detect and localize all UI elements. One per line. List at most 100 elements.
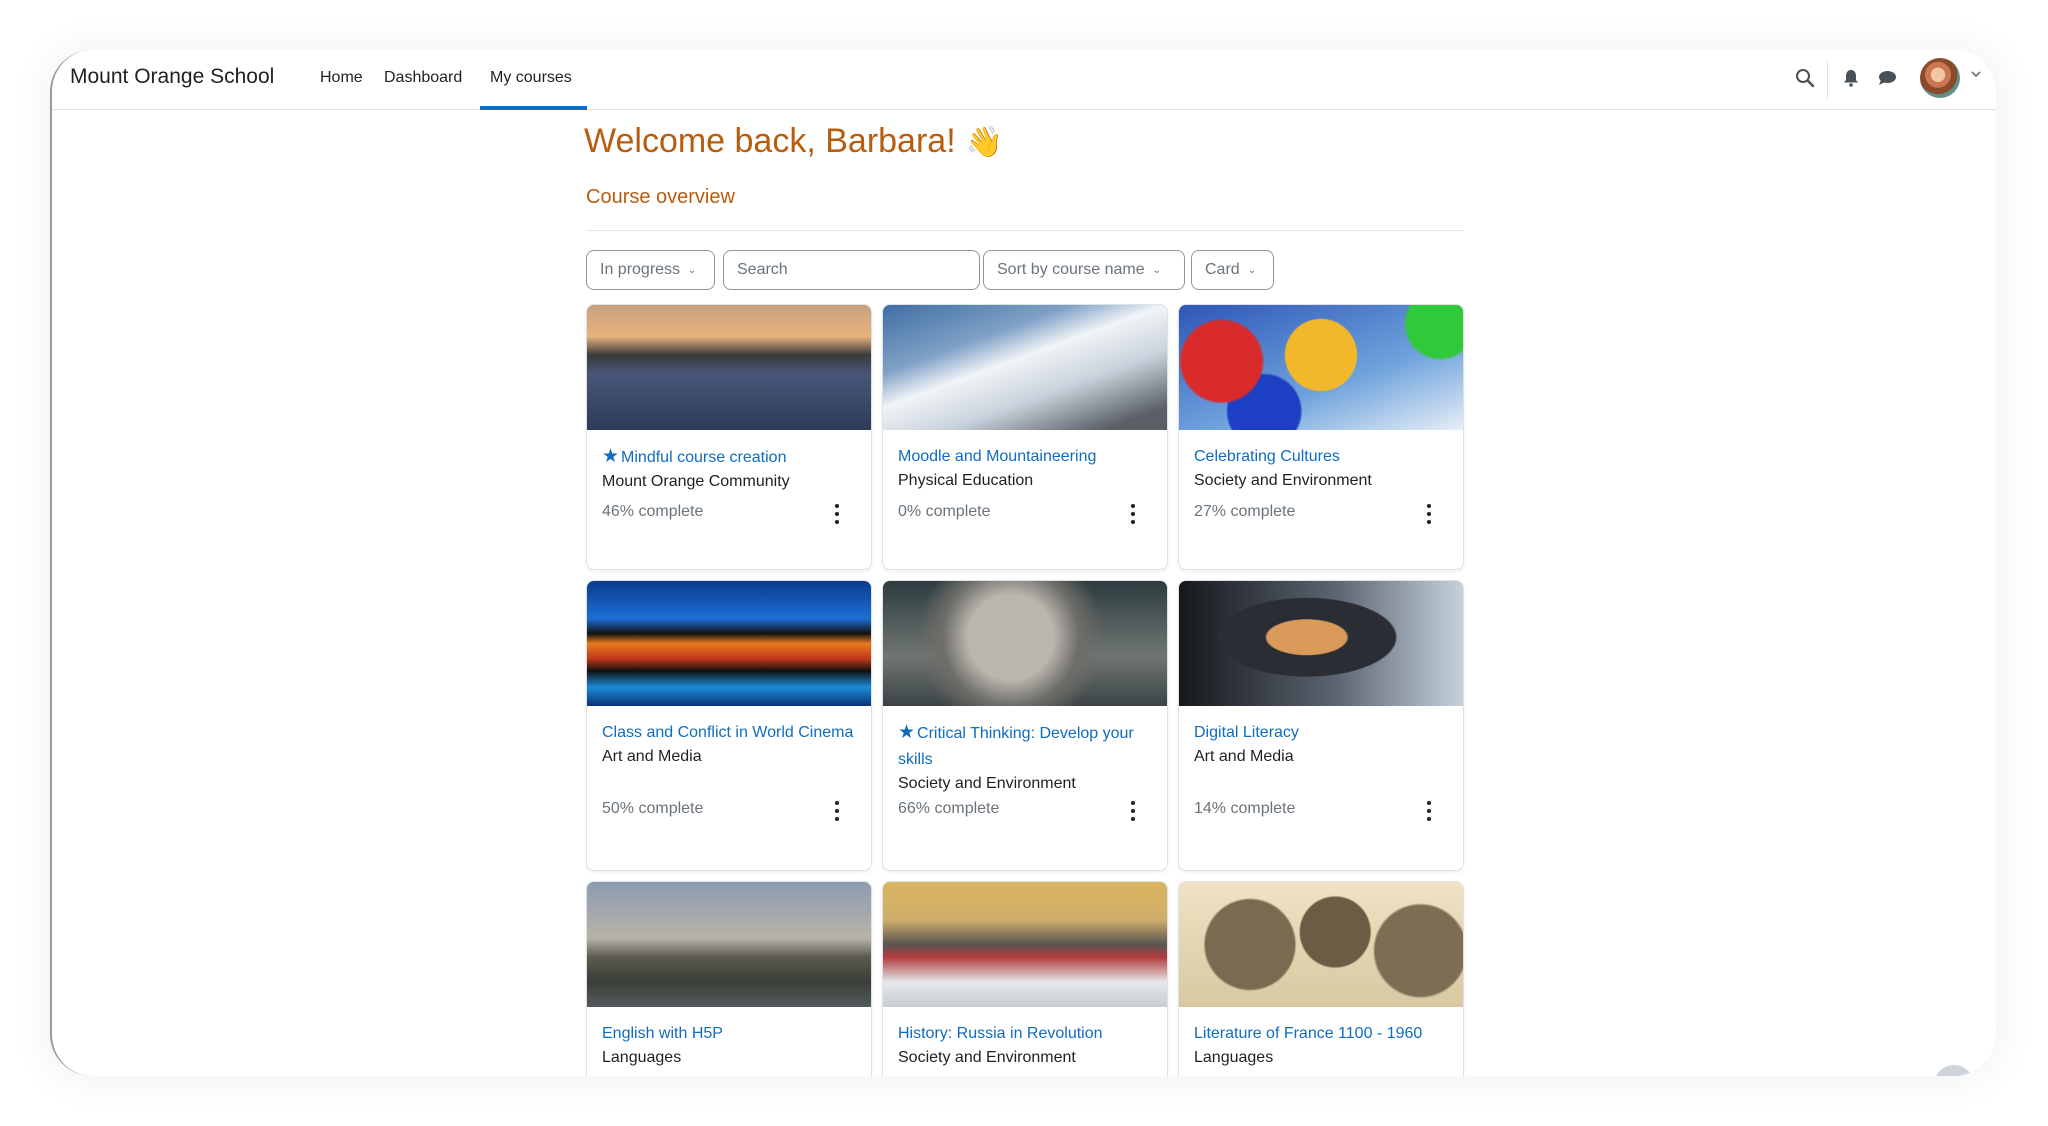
bell-icon[interactable]: [1836, 63, 1866, 93]
nav-dashboard[interactable]: Dashboard: [384, 69, 462, 87]
nav-my-courses[interactable]: My courses: [490, 69, 572, 87]
welcome-heading: Welcome back, Barbara! 👋: [584, 122, 1003, 161]
section-divider: [586, 230, 1464, 231]
course-title-link[interactable]: Celebrating Cultures: [1194, 444, 1448, 470]
course-image-laptop-bookshelf[interactable]: [1179, 581, 1463, 706]
course-card[interactable]: Celebrating Cultures Society and Environm…: [1178, 304, 1464, 570]
course-category: Physical Education: [898, 472, 1034, 489]
view-dropdown[interactable]: Card ⌄: [1191, 250, 1274, 290]
course-image-lake-swans-sunset[interactable]: [587, 305, 871, 430]
kebab-dot: [835, 809, 839, 813]
course-progress: 50% complete: [602, 800, 704, 817]
course-title-link[interactable]: Class and Conflict in World Cinema: [602, 720, 856, 746]
course-image-colorful-umbrellas[interactable]: [1179, 305, 1463, 430]
star-icon: ★: [602, 446, 620, 467]
course-title-text: Critical Thinking: Develop your skills: [898, 725, 1134, 768]
kebab-dot: [1131, 817, 1135, 821]
course-title-link[interactable]: Digital Literacy: [1194, 720, 1448, 746]
more-options-icon[interactable]: [833, 504, 841, 524]
course-card-body: Moodle and Mountaineering Physical Educat…: [883, 430, 1167, 569]
course-image-london-westminster[interactable]: [587, 882, 871, 1007]
more-options-icon[interactable]: [1129, 801, 1137, 821]
course-card[interactable]: English with H5P Languages: [586, 881, 872, 1076]
course-title-link[interactable]: ★ Mindful course creation: [602, 444, 856, 471]
course-title-text: Mindful course creation: [621, 449, 787, 466]
course-category: Mount Orange Community: [602, 473, 790, 490]
nav-active-indicator: [480, 106, 587, 110]
course-title-text: English with H5P: [602, 1025, 723, 1042]
kebab-dot: [1427, 512, 1431, 516]
more-options-icon[interactable]: [1129, 504, 1137, 524]
user-avatar[interactable]: [1920, 58, 1960, 98]
search-box[interactable]: [723, 250, 980, 290]
more-options-icon[interactable]: [833, 801, 841, 821]
kebab-dot: [835, 520, 839, 524]
chevron-down-icon: ⌄: [688, 264, 697, 276]
course-card[interactable]: Digital Literacy Art and Media 14% complet…: [1178, 580, 1464, 871]
course-category: Languages: [602, 1049, 682, 1066]
course-image-film-strip[interactable]: [587, 581, 871, 706]
course-title-link[interactable]: ★ Critical Thinking: Develop your skills: [898, 720, 1152, 773]
search-input[interactable]: [737, 261, 966, 279]
course-title-text: Celebrating Cultures: [1194, 448, 1340, 465]
kebab-dot: [835, 504, 839, 508]
course-card[interactable]: Literature of France 1100 - 1960 Language…: [1178, 881, 1464, 1076]
course-image-engraved-portraits[interactable]: [1179, 882, 1463, 1007]
course-card[interactable]: Moodle and Mountaineering Physical Educat…: [882, 304, 1168, 570]
grouping-dropdown[interactable]: In progress ⌄: [586, 250, 715, 290]
nav-home[interactable]: Home: [320, 69, 363, 87]
course-image-thinker-statue[interactable]: [883, 581, 1167, 706]
kebab-dot: [1131, 520, 1135, 524]
course-card[interactable]: ★ Mindful course creation Mount Orange Com…: [586, 304, 872, 570]
course-card[interactable]: History: Russia in Revolution Society and…: [882, 881, 1168, 1076]
course-image-horse-carriage-snow[interactable]: [883, 882, 1167, 1007]
welcome-text: Welcome back, Barbara!: [584, 122, 956, 160]
course-category: Society and Environment: [1194, 472, 1372, 489]
kebab-dot: [835, 512, 839, 516]
browser-frame: Mount Orange School Home Dashboard My co…: [50, 50, 1996, 1076]
view-value: Card: [1205, 261, 1240, 278]
course-progress: 27% complete: [1194, 503, 1296, 520]
grouping-value: In progress: [600, 261, 681, 278]
course-progress: 66% complete: [898, 800, 1000, 817]
course-title-text: Moodle and Mountaineering: [898, 448, 1097, 465]
chat-icon[interactable]: [1872, 63, 1902, 93]
course-title-link[interactable]: English with H5P: [602, 1021, 856, 1047]
course-title-text: Digital Literacy: [1194, 724, 1299, 741]
more-options-icon[interactable]: [1425, 801, 1433, 821]
chevron-down-icon[interactable]: [1970, 67, 1982, 79]
course-title-link[interactable]: Moodle and Mountaineering: [898, 444, 1152, 470]
kebab-dot: [1427, 817, 1431, 821]
chevron-down-icon: ⌄: [1152, 264, 1162, 276]
help-button[interactable]: [1934, 1065, 1974, 1076]
course-progress: 46% complete: [602, 503, 704, 520]
course-card-body: English with H5P Languages: [587, 1007, 871, 1076]
course-title-text: Literature of France 1100 - 1960: [1194, 1025, 1423, 1042]
kebab-dot: [1427, 809, 1431, 813]
course-card-body: Literature of France 1100 - 1960 Language…: [1179, 1007, 1463, 1076]
navbar: Mount Orange School Home Dashboard My co…: [52, 50, 1996, 110]
course-progress: 14% complete: [1194, 800, 1296, 817]
course-card[interactable]: Class and Conflict in World Cinema Art an…: [586, 580, 872, 871]
course-category: Art and Media: [1194, 748, 1294, 765]
course-card-body: Celebrating Cultures Society and Environm…: [1179, 430, 1463, 569]
star-icon: ★: [898, 722, 916, 743]
course-image-snowy-mountain[interactable]: [883, 305, 1167, 430]
kebab-dot: [1131, 801, 1135, 805]
course-card-body: ★ Critical Thinking: Develop your skills S…: [883, 706, 1167, 870]
course-category: Society and Environment: [898, 1049, 1076, 1066]
more-options-icon[interactable]: [1425, 504, 1433, 524]
course-overview-title: Course overview: [586, 186, 735, 208]
course-card-body: Class and Conflict in World Cinema Art an…: [587, 706, 871, 870]
site-brand[interactable]: Mount Orange School: [70, 65, 274, 89]
sort-dropdown[interactable]: Sort by course name ⌄: [983, 250, 1185, 290]
search-icon[interactable]: [1790, 63, 1820, 93]
sort-value: Sort by course name: [997, 261, 1145, 278]
kebab-dot: [1427, 504, 1431, 508]
course-card[interactable]: ★ Critical Thinking: Develop your skills S…: [882, 580, 1168, 871]
course-card-body: History: Russia in Revolution Society and…: [883, 1007, 1167, 1076]
course-title-link[interactable]: History: Russia in Revolution: [898, 1021, 1152, 1047]
course-title-text: History: Russia in Revolution: [898, 1025, 1103, 1042]
kebab-dot: [1131, 504, 1135, 508]
course-title-link[interactable]: Literature of France 1100 - 1960: [1194, 1021, 1448, 1047]
